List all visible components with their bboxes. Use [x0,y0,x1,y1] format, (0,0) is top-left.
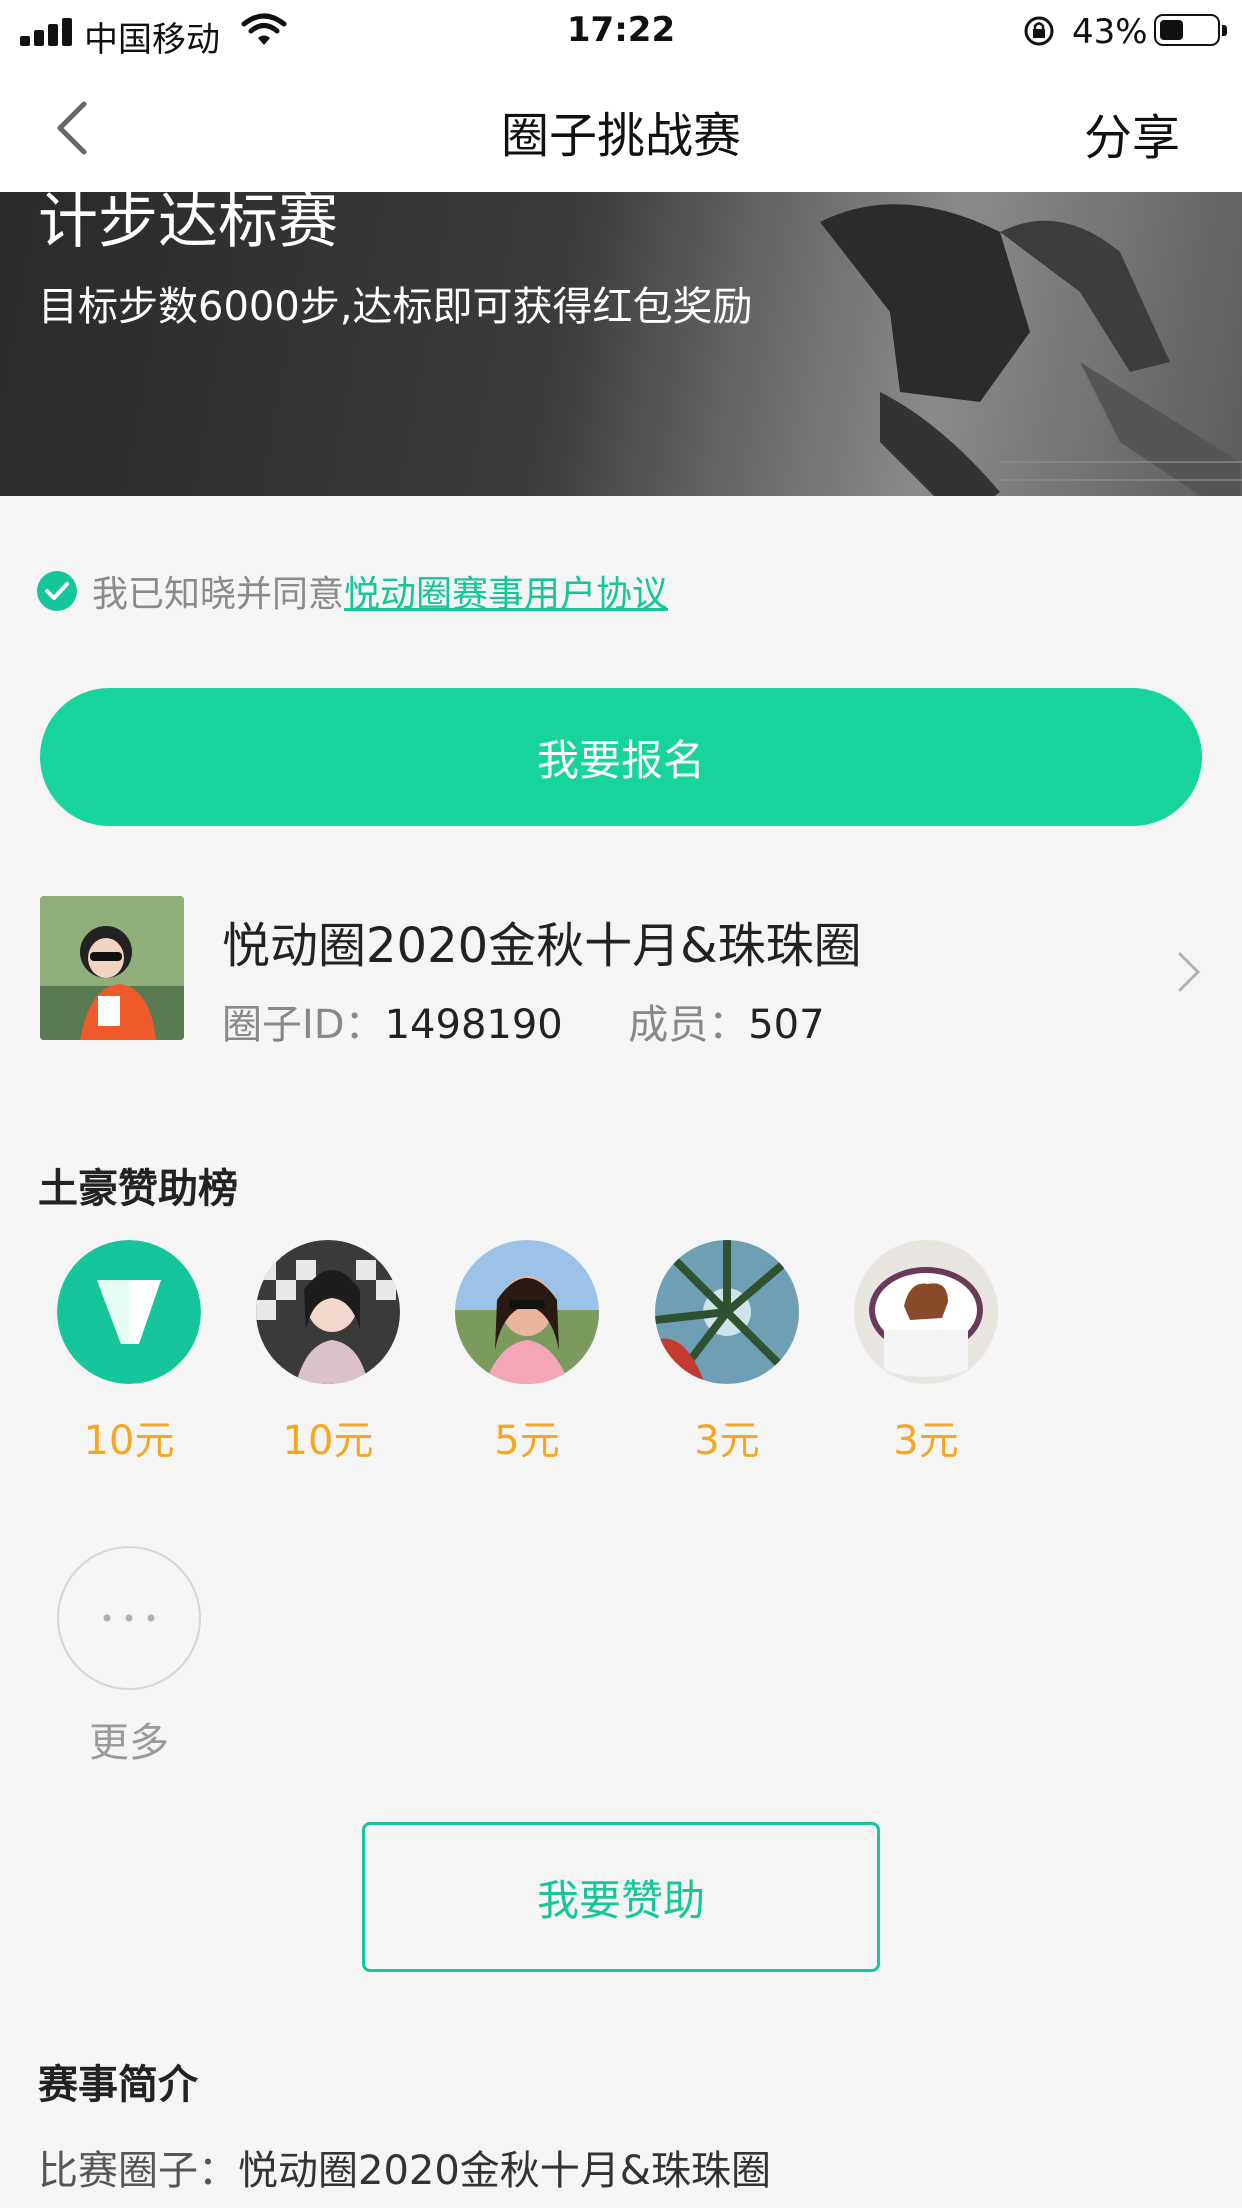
intro-circle-row: 比赛圈子：悦动圈2020金秋十月&珠珠圈 [38,2138,771,2196]
event-banner: 计步达标赛 目标步数6000步,达标即可获得红包奖励 [0,192,1242,496]
sponsor-avatar [654,1240,799,1384]
circle-id-label: 圈子ID： [222,1002,385,1048]
sponsor-button[interactable]: 我要赞助 [362,1822,880,1972]
agreement-link[interactable]: 悦动圈赛事用户协议 [344,565,668,617]
sponsor-item[interactable]: 10元 [255,1240,401,1466]
nav-bar: 圈子挑战赛 分享 [0,62,1242,192]
chevron-right-icon [1178,952,1201,992]
runner-image [820,204,1242,496]
circle-members-label: 成员： [628,1002,749,1048]
page-title: 圈子挑战赛 [500,108,741,164]
sponsor-amount: 10元 [83,1418,175,1464]
banner-title: 计步达标赛 [38,192,338,257]
circle-avatar [40,896,184,1040]
sponsor-item[interactable]: 3元 [853,1240,999,1466]
more-sponsors-button[interactable]: 更多 [56,1546,202,1768]
sponsor-amount: 3元 [694,1418,760,1464]
battery-percent: 43% [1072,12,1148,52]
battery-icon [1154,14,1227,46]
sponsor-amount: 5元 [494,1418,560,1464]
circle-meta: 圈子ID：1498190 成员：507 [222,992,825,1050]
checkbox-checked-icon[interactable] [36,570,78,612]
sponsor-avatar [256,1240,400,1384]
circle-card[interactable]: 悦动圈2020金秋十月&珠珠圈 圈子ID：1498190 成员：507 [40,896,1202,1048]
rotation-lock-icon [1024,16,1054,46]
sponsor-item[interactable]: 10元 [56,1240,202,1466]
intro-circle-label: 比赛圈子： [38,2148,238,2194]
sponsor-item[interactable]: 3元 [654,1240,800,1466]
intro-title: 赛事简介 [38,2062,198,2108]
circle-members-value: 507 [748,1002,825,1048]
circle-id-value: 1498190 [384,1002,563,1048]
brand-logo-icon [57,1240,201,1384]
circle-name: 悦动圈2020金秋十月&珠珠圈 [222,918,862,974]
more-label: 更多 [89,1720,169,1766]
more-icon [57,1546,201,1690]
sponsors-title: 土豪赞助榜 [38,1166,238,1212]
agreement-row: 我已知晓并同意 悦动圈赛事用户协议 [36,566,668,616]
banner-subtitle: 目标步数6000步,达标即可获得红包奖励 [38,284,753,330]
sponsor-amount: 3元 [893,1418,959,1464]
sponsor-item[interactable]: 5元 [454,1240,600,1466]
signup-button[interactable]: 我要报名 [40,688,1202,826]
share-button[interactable]: 分享 [1084,98,1180,168]
sponsor-avatar [455,1240,599,1384]
sponsor-avatar [854,1240,998,1384]
agreement-text: 我已知晓并同意 [92,574,345,615]
intro-circle-value: 悦动圈2020金秋十月&珠珠圈 [238,2148,771,2194]
sponsor-amount: 10元 [282,1418,374,1464]
status-bar: 中国移动 17:22 43% [0,0,1242,62]
battery-fill [1160,20,1183,40]
